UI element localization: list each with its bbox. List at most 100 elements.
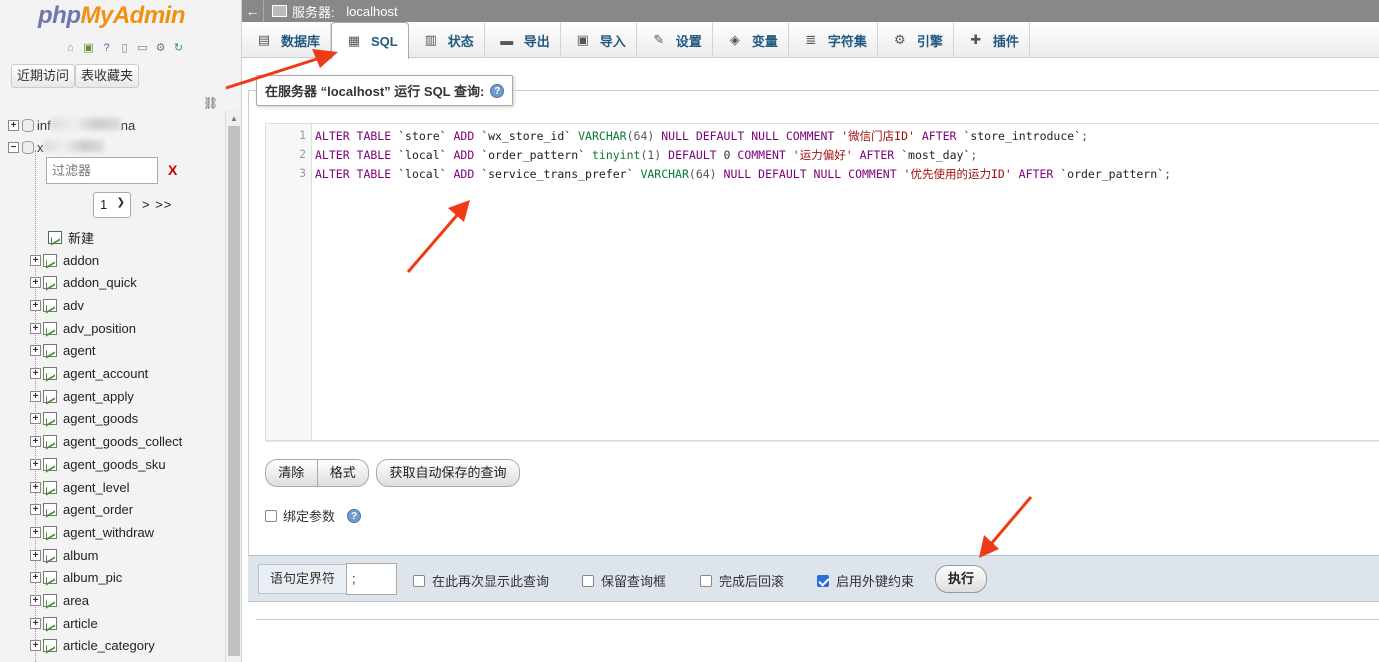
table-name[interactable]: agent	[63, 343, 96, 358]
settings-icon[interactable]: ⚙	[153, 40, 168, 55]
delimiter-input[interactable]: ;	[346, 563, 397, 595]
table-name[interactable]: agent_withdraw	[63, 525, 154, 540]
tab-sql[interactable]: ▦ SQL	[331, 22, 409, 59]
show-query-checkbox[interactable]	[413, 574, 425, 587]
table-name[interactable]: agent_goods	[63, 411, 138, 426]
table-row[interactable]: + agent_account	[30, 363, 148, 385]
execute-button[interactable]: 执行	[935, 565, 987, 593]
table-name[interactable]: agent_apply	[63, 389, 134, 404]
table-row[interactable]: + addon	[30, 249, 99, 271]
code-text[interactable]: ALTER TABLE `local` ADD `service_trans_p…	[310, 166, 1171, 185]
tab-database[interactable]: ▤ 数据库	[242, 22, 332, 58]
expand-icon[interactable]: +	[30, 368, 41, 379]
expand-icon[interactable]: +	[30, 526, 41, 538]
collapse-icon[interactable]: −	[8, 141, 19, 153]
new-table-link[interactable]: 新建	[48, 227, 94, 247]
tab-import[interactable]: ▣ 导入	[561, 22, 637, 58]
table-icon[interactable]	[43, 503, 57, 517]
table-icon[interactable]	[43, 253, 57, 267]
scroll-up-icon[interactable]: ▲	[230, 114, 238, 123]
help-icon[interactable]: ?	[347, 508, 362, 523]
table-icon[interactable]	[43, 276, 57, 290]
tab-status[interactable]: ▥ 状态	[409, 22, 485, 58]
database-name[interactable]: inf na	[37, 117, 135, 133]
table-icon[interactable]	[43, 571, 57, 585]
database-name[interactable]: x	[37, 139, 104, 155]
tab-export[interactable]: ▬ 导出	[485, 22, 561, 58]
table-row[interactable]: + article	[30, 612, 98, 634]
table-name[interactable]: agent_order	[63, 502, 133, 517]
next-page-link[interactable]: > >>	[142, 197, 172, 212]
reload-icon[interactable]: ↻	[171, 40, 186, 55]
table-icon[interactable]	[43, 457, 57, 471]
code-text[interactable]: ALTER TABLE `local` ADD `order_pattern` …	[310, 147, 977, 166]
expand-icon[interactable]: +	[8, 119, 19, 131]
table-row[interactable]: + adv	[30, 294, 84, 316]
clear-button[interactable]: 清除	[266, 460, 318, 486]
table-row[interactable]: + agent_goods_collect	[30, 431, 182, 453]
table-row[interactable]: + area	[30, 590, 89, 612]
table-row[interactable]: + agent_apply	[30, 385, 134, 407]
table-icon[interactable]	[43, 548, 57, 562]
table-icon[interactable]	[43, 321, 57, 335]
expand-icon[interactable]: +	[30, 572, 41, 584]
table-row[interactable]: + agent_order	[30, 499, 133, 521]
table-row[interactable]: + album_pic	[30, 567, 122, 589]
table-row[interactable]: + agent_level	[30, 476, 130, 498]
table-name[interactable]: adv	[63, 298, 84, 313]
table-icon[interactable]	[43, 616, 57, 630]
expand-icon[interactable]: +	[30, 481, 41, 493]
collapse-nav-icon[interactable]: ←	[242, 0, 264, 22]
expand-icon[interactable]: +	[30, 413, 41, 425]
expand-icon[interactable]: +	[30, 390, 41, 402]
table-icon[interactable]	[43, 298, 57, 312]
expand-icon[interactable]: +	[30, 458, 41, 470]
table-name[interactable]: article_category	[63, 638, 155, 653]
nav-scrollbar[interactable]: ▲	[225, 110, 241, 662]
phpmyadmin-logo[interactable]: phpMyAdmin	[38, 2, 185, 30]
recent-button[interactable]: 近期访问	[11, 64, 76, 88]
table-row[interactable]: + agent_goods_sku	[30, 453, 166, 475]
expand-icon[interactable]: +	[30, 299, 41, 311]
clear-filter-button[interactable]: X	[168, 162, 177, 178]
expand-icon[interactable]: +	[30, 504, 41, 516]
table-name[interactable]: agent_goods_sku	[63, 457, 166, 472]
table-filter-input[interactable]: 过滤器	[46, 157, 158, 184]
table-name[interactable]: area	[63, 593, 89, 608]
tab-wrench[interactable]: ✎ 设置	[637, 22, 713, 58]
expand-icon[interactable]: +	[30, 254, 41, 266]
table-name[interactable]: album	[63, 548, 98, 563]
table-icon[interactable]	[43, 480, 57, 494]
page-select[interactable]: 1 ❯	[93, 192, 131, 218]
table-name[interactable]: agent_level	[63, 480, 130, 495]
expand-icon[interactable]: +	[30, 640, 41, 652]
table-icon[interactable]	[43, 435, 57, 449]
table-row[interactable]: + agent_goods	[30, 408, 138, 430]
code-line[interactable]: 1 ALTER TABLE `store` ADD `wx_store_id` V…	[266, 128, 1088, 147]
rollback-checkbox[interactable]	[700, 574, 712, 587]
foreign-key-checkbox[interactable]	[817, 574, 829, 587]
link-icon[interactable]: ⛓	[203, 96, 218, 110]
database-row[interactable]: + inf na	[8, 115, 135, 135]
server-name-link[interactable]: localhost	[346, 4, 397, 19]
tab-engine[interactable]: ⚙ 引擎	[878, 22, 954, 58]
code-text[interactable]: ALTER TABLE `store` ADD `wx_store_id` VA…	[310, 128, 1088, 147]
table-icon[interactable]	[43, 594, 57, 607]
table-name[interactable]: addon_quick	[63, 275, 137, 290]
expand-icon[interactable]: +	[30, 277, 41, 289]
expand-icon[interactable]: +	[30, 345, 41, 357]
table-icon[interactable]	[43, 344, 57, 358]
format-button[interactable]: 格式	[318, 460, 369, 486]
expand-icon[interactable]: +	[30, 595, 41, 606]
show-query-again-option[interactable]: 在此再次显示此查询	[413, 571, 549, 590]
rollback-option[interactable]: 完成后回滚	[700, 571, 784, 590]
table-icon[interactable]	[43, 412, 57, 426]
scrollbar-thumb[interactable]	[228, 126, 240, 656]
table-row[interactable]: + article_category	[30, 635, 155, 657]
logout-icon[interactable]: ▣	[81, 40, 96, 55]
database-row[interactable]: − x	[8, 137, 104, 157]
table-name[interactable]: adv_position	[63, 321, 136, 336]
favorites-button[interactable]: 表收藏夹	[75, 64, 140, 88]
expand-icon[interactable]: +	[30, 322, 41, 334]
home-icon[interactable]: ⌂	[63, 40, 78, 55]
